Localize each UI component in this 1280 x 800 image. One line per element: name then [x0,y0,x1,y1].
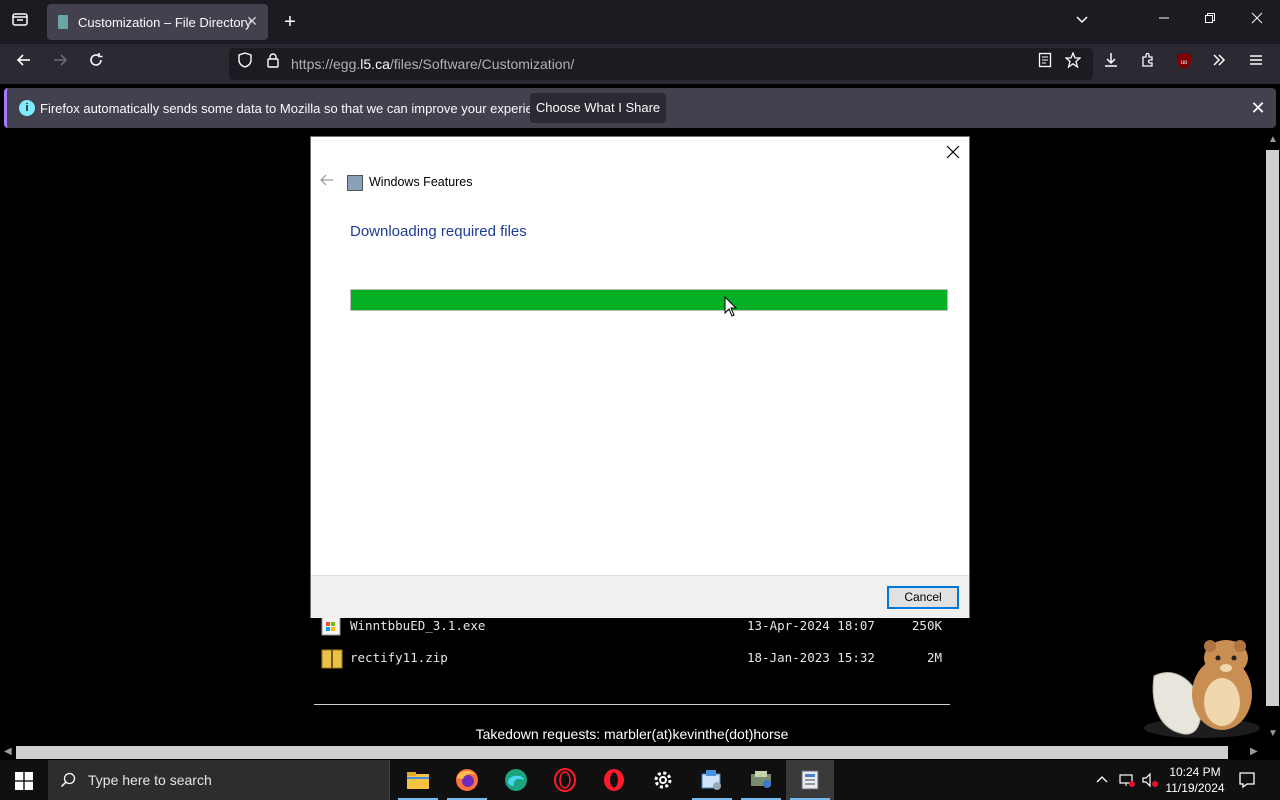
file-date: 13-Apr-2024 18:07 [747,618,875,633]
file-name-link[interactable]: rectify11.zip [350,650,448,665]
notification-message: Firefox automatically sends some data to… [40,101,558,116]
windows-features-app-icon [347,175,363,191]
choose-what-i-share-button[interactable]: Choose What I Share [530,93,666,123]
clock-time: 10:24 PM [1169,765,1221,779]
windows-logo-icon [15,772,33,790]
file-size: 250K [911,618,942,633]
tab-title: Customization – File Directory [78,15,252,30]
horizontal-scrollbar-thumb[interactable] [16,746,1228,759]
url-text[interactable]: https://egg.l5.ca/files/Software/Customi… [291,56,574,72]
url-path: /files/Software/Customization/ [389,56,575,72]
file-name-link[interactable]: WinntbbuED_3.1.exe [350,618,485,633]
taskbar-file-explorer[interactable] [394,760,442,800]
taskbar-windows-update[interactable] [737,760,785,800]
taskbar-edge[interactable] [492,760,540,800]
opera-outline-icon [554,768,576,792]
search-placeholder: Type here to search [88,772,212,788]
taskbar-settings[interactable] [639,760,687,800]
taskbar-firefox[interactable] [443,760,491,800]
exe-icon [321,616,341,636]
file-explorer-icon [407,772,429,789]
dialog-footer: Cancel [311,575,969,618]
lock-icon[interactable] [261,52,285,76]
network-icon[interactable] [1118,772,1136,788]
notification-center-icon[interactable] [1238,771,1256,789]
bookmark-star-icon[interactable] [1061,51,1085,76]
zip-icon [321,648,343,669]
reload-icon[interactable] [84,52,108,76]
file-date: 18-Jan-2023 15:32 [747,650,875,665]
tab-favicon-icon [58,15,68,29]
url-host: l5.ca [360,56,390,72]
dialog-back-arrow-icon[interactable] [319,173,335,192]
search-icon [60,772,76,788]
url-bar[interactable]: https://egg.l5.ca/files/Software/Customi… [229,48,1093,80]
new-tab-icon[interactable]: + [278,10,302,34]
dialog-close-icon[interactable] [941,141,965,165]
minimize-icon[interactable] [1152,8,1176,32]
download-progress-fill [351,290,947,310]
extensions-icon[interactable] [1136,52,1160,76]
vertical-scrollbar-thumb[interactable] [1266,150,1279,706]
takedown-footer-text: Takedown requests: marbler(at)kevinthe(d… [475,726,789,742]
horizontal-scrollbar[interactable]: ◀ ▶ [0,744,1264,760]
windows-features-icon [801,770,819,790]
forward-icon[interactable] [48,52,72,76]
hamster-sticker-image [1140,636,1264,740]
tracking-protection-shield-icon[interactable] [233,52,257,76]
download-progress-bar [350,289,948,311]
telemetry-notification-bar: i Firefox automatically sends some data … [4,88,1276,128]
ublock-origin-icon[interactable]: uo [1172,52,1196,76]
taskbar-control-panel[interactable] [688,760,736,800]
mouse-cursor-icon [724,295,738,323]
more-tools-chevrons-icon[interactable] [1207,52,1231,76]
scroll-left-arrow-icon[interactable]: ◀ [4,746,12,757]
downloads-icon[interactable] [1099,52,1123,76]
taskbar-windows-features[interactable] [786,760,834,800]
taskbar-clock[interactable]: 10:24 PM 11/19/2024 [1160,764,1230,796]
windows-update-icon [751,771,771,788]
windows-taskbar: Type here to search 10:24 PM 11/19/2024 [0,760,1280,800]
windows-features-dialog: Windows Features Downloading required fi… [311,137,969,618]
volume-muted-icon[interactable] [1141,772,1159,788]
back-icon[interactable] [12,52,36,76]
url-prefix: https://egg. [291,56,361,72]
taskbar-opera[interactable] [590,760,638,800]
file-size: 2M [926,650,942,665]
info-icon: i [19,100,35,116]
svg-text:uo: uo [1181,60,1188,66]
tab-strip: Customization – File Directory ✕ + [0,0,1280,44]
navigation-toolbar: https://egg.l5.ca/files/Software/Customi… [0,44,1280,84]
dialog-heading: Downloading required files [350,223,527,240]
window-close-icon[interactable] [1245,8,1269,32]
taskbar-search-box[interactable]: Type here to search [48,760,390,800]
cancel-button[interactable]: Cancel [887,586,959,609]
scroll-right-arrow-icon[interactable]: ▶ [1250,746,1258,757]
browser-tab[interactable]: Customization – File Directory ✕ [47,4,268,40]
restore-icon[interactable] [1198,8,1222,32]
opera-icon [604,769,624,791]
start-button[interactable] [0,760,48,800]
control-panel-icon [701,770,721,790]
edge-icon [505,769,527,791]
clock-date: 11/19/2024 [1165,781,1225,795]
dialog-app-title: Windows Features [369,175,473,189]
divider [314,704,950,705]
reader-view-icon[interactable] [1033,52,1057,76]
show-hidden-icons-chevron-icon[interactable] [1095,772,1111,788]
notification-close-icon[interactable]: ✕ [1247,97,1269,119]
menu-hamburger-icon[interactable] [1244,52,1268,76]
tab-close-icon[interactable]: ✕ [243,12,261,30]
list-all-tabs-icon[interactable] [1070,10,1094,34]
vertical-scrollbar[interactable]: ▲ ▼ [1264,132,1280,744]
scroll-down-arrow-icon[interactable]: ▼ [1268,728,1278,739]
taskbar-opera-outline[interactable] [541,760,589,800]
settings-icon [654,771,672,789]
scroll-up-arrow-icon[interactable]: ▲ [1268,134,1278,145]
firefox-view-icon[interactable] [8,10,32,34]
firefox-icon [456,769,478,791]
